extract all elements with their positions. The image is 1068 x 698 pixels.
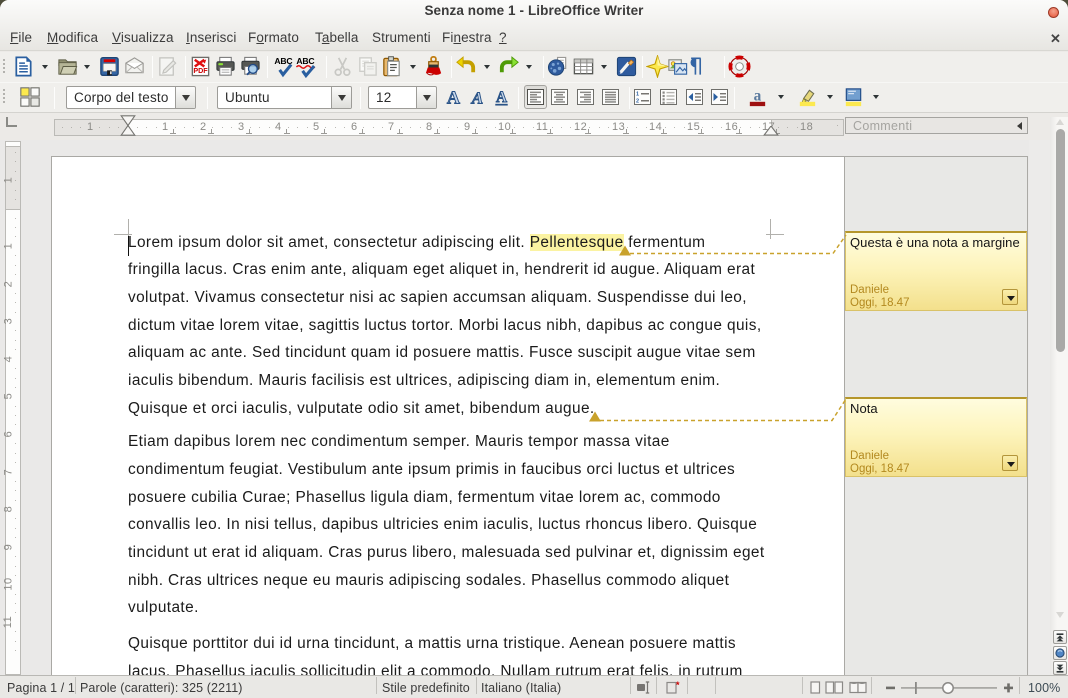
svg-text:2: 2 [636,99,639,105]
svg-text:A: A [447,87,460,107]
svg-text:ABC: ABC [296,56,314,66]
svg-text:1: 1 [636,92,639,98]
svg-text:PDF: PDF [193,67,208,75]
svg-text:A: A [471,88,484,107]
svg-text:A: A [496,89,507,106]
svg-text:*: * [676,681,680,690]
